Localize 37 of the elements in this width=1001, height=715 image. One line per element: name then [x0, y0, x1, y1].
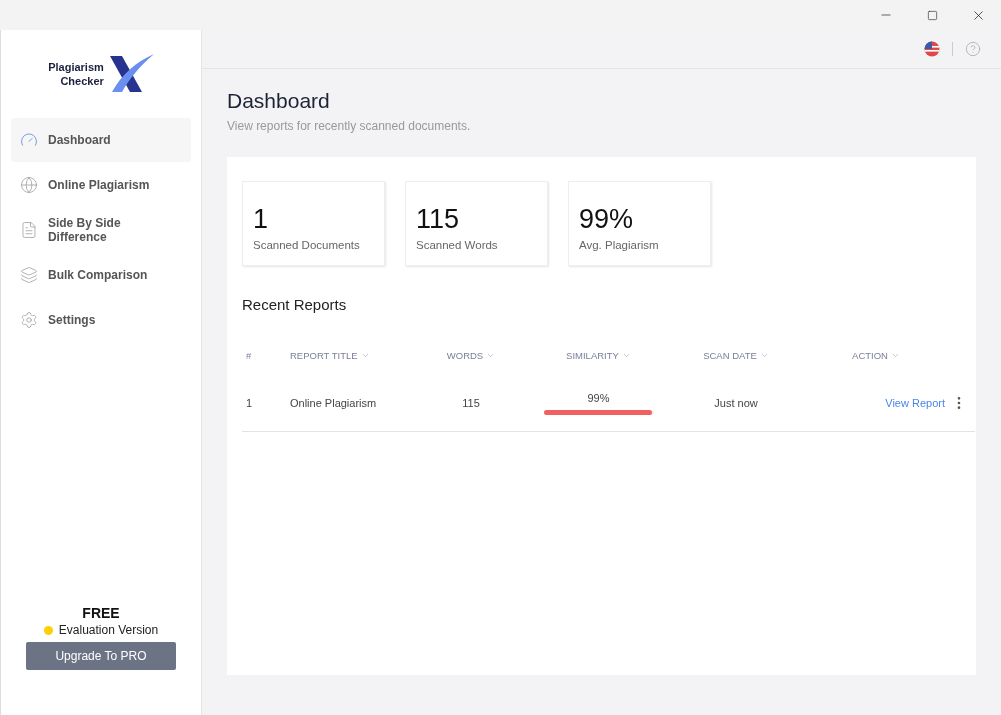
upgrade-button[interactable]: Upgrade To PRO [26, 642, 176, 670]
gear-icon [20, 311, 38, 329]
sidebar-item[interactable]: Dashboard [11, 118, 191, 162]
logo-text: Plagiarism Checker [48, 60, 104, 88]
stat-label: Scanned Words [416, 239, 499, 251]
stat-label: Avg. Plagiarism [579, 239, 660, 251]
column-header[interactable]: ACTION [801, 349, 951, 361]
table-cell-text: 115 [461, 397, 481, 409]
page-title: Dashboard [227, 89, 331, 113]
column-header[interactable]: SIMILARITY [526, 349, 671, 361]
column-header[interactable]: SCAN DATE [671, 349, 801, 361]
section-title: Recent Reports [242, 296, 348, 313]
stat-label: Scanned Documents [253, 239, 361, 251]
column-header: # [245, 349, 253, 361]
license-label: Evaluation Version [58, 623, 159, 637]
maximize-icon[interactable] [926, 9, 938, 21]
stat-value: 115 [416, 204, 461, 235]
table-cell-text: Just now [713, 397, 759, 409]
gauge-icon [20, 131, 38, 149]
table-cell: 99% [587, 391, 610, 404]
stat-value: 99% [579, 204, 635, 235]
table-cell-text: 1 [245, 397, 254, 409]
sidebar-item[interactable]: Side By Side Difference [11, 208, 191, 252]
column-header[interactable]: REPORT TITLE [286, 349, 416, 361]
sidebar-item[interactable]: Bulk Comparison [11, 253, 191, 297]
column-header[interactable]: WORDS [416, 349, 526, 361]
document-icon [20, 221, 38, 239]
sidebar-item[interactable]: Online Plagiarism [11, 163, 191, 207]
flag-icon[interactable] [924, 41, 940, 57]
plan-label: FREE [82, 605, 120, 621]
globe-icon [20, 176, 38, 194]
layers-icon [20, 266, 38, 284]
view-report-link[interactable]: View Report [801, 397, 951, 409]
page-subtitle: View reports for recently scanned documents. [227, 119, 472, 133]
sidebar-item[interactable]: Settings [11, 298, 191, 342]
stat-value: 1 [253, 204, 270, 235]
table-cell-text: Online Plagiarism [289, 397, 378, 409]
